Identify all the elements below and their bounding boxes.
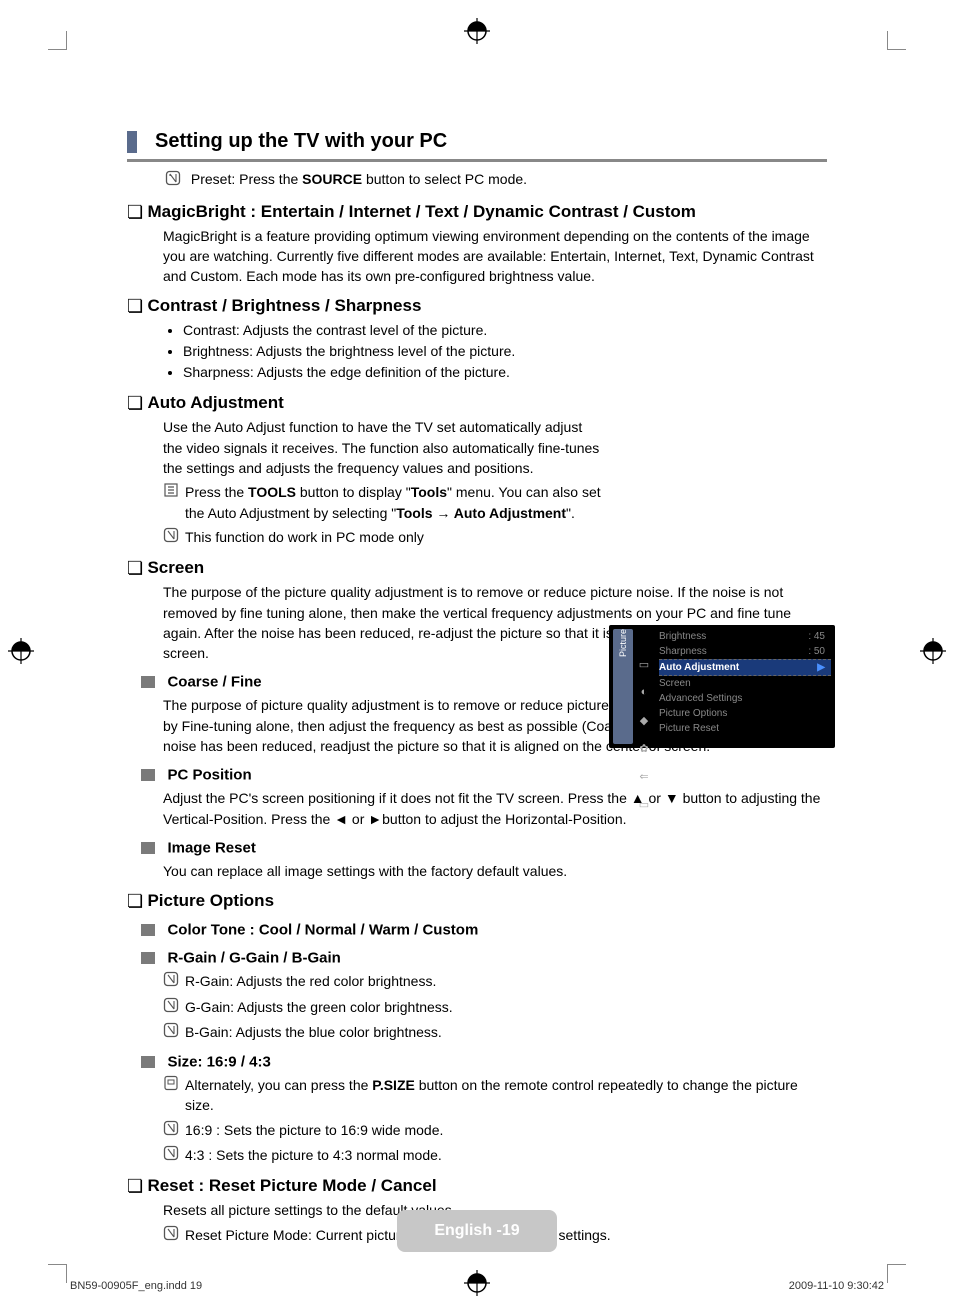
color-tone-heading: Color Tone : Cool / Normal / Warm / Cust… — [167, 922, 478, 939]
pc-position-body: Adjust the PC's screen positioning if it… — [163, 788, 827, 829]
input-icon: ⇐ — [637, 769, 651, 783]
registration-mark — [10, 640, 32, 662]
gains-heading: R-Gain / G-Gain / B-Gain — [167, 950, 340, 967]
osd-item-sharpness: Sharpness: 50 — [659, 644, 831, 659]
osd-item-advanced-settings: Advanced Settings — [659, 691, 831, 706]
osd-item-picture-reset: Picture Reset — [659, 721, 831, 736]
picture-icon: ▭ — [637, 657, 651, 671]
sound-icon: ◐ — [637, 685, 651, 699]
auto-adjustment-body: Use the Auto Adjust function to have the… — [163, 417, 603, 478]
list-item: Brightness: Adjusts the brightness level… — [183, 341, 827, 362]
tools-note: Press the TOOLS button to display "Tools… — [185, 482, 603, 523]
page-number-badge: English - 19 — [397, 1210, 557, 1252]
size-43-note: 4:3 : Sets the picture to 4:3 normal mod… — [185, 1145, 827, 1165]
gain-note: B-Gain: Adjusts the blue color brightnes… — [185, 1022, 827, 1042]
auto-adjustment-heading: Auto Adjustment — [147, 393, 283, 412]
list-item: Sharpness: Adjusts the edge definition o… — [183, 362, 827, 383]
image-reset-body: You can replace all image settings with … — [163, 861, 827, 881]
square-bullet-icon — [141, 1056, 155, 1068]
preset-note: Preset: Press the SOURCE button to selec… — [165, 170, 827, 192]
registration-mark — [466, 20, 488, 42]
size-alt-note: Alternately, you can press the P.SIZE bu… — [185, 1075, 827, 1116]
square-bullet-icon — [141, 924, 155, 936]
image-reset-heading: Image Reset — [167, 839, 255, 856]
registration-mark — [466, 1272, 488, 1294]
note-icon — [163, 1022, 185, 1043]
application-icon: ▭ — [637, 797, 651, 811]
preset-text: Preset: Press the SOURCE button to selec… — [191, 171, 527, 187]
cbs-list: Contrast: Adjusts the contrast level of … — [165, 320, 827, 383]
osd-item-brightness: Brightness: 45 — [659, 629, 831, 644]
osd-menu: Picture ▭ ◐ ◆ ✿ ⇐ ▭ Brightness: 45 Sharp… — [609, 625, 835, 748]
heading-rule — [127, 159, 827, 162]
checkbox-bullet-icon: ❏ — [127, 558, 143, 578]
section-heading: Setting up the TV with your PC — [155, 130, 447, 153]
tools-icon — [163, 482, 185, 503]
reset-heading: Reset : Reset Picture Mode / Cancel — [147, 1176, 436, 1195]
list-item: Contrast: Adjusts the contrast level of … — [183, 320, 827, 341]
square-bullet-icon — [141, 842, 155, 854]
pc-mode-note: This function do work in PC mode only — [185, 527, 603, 547]
crop-mark — [48, 31, 67, 50]
registration-mark — [922, 640, 944, 662]
note-icon — [163, 527, 185, 548]
footer-doc-name: BN59-00905F_eng.indd 19 — [70, 1280, 202, 1292]
gain-note: G-Gain: Adjusts the green color brightne… — [185, 997, 827, 1017]
checkbox-bullet-icon: ❏ — [127, 393, 143, 413]
screen-heading: Screen — [147, 558, 204, 577]
setup-icon: ✿ — [637, 741, 651, 755]
note-icon — [165, 170, 181, 192]
gain-note: R-Gain: Adjusts the red color brightness… — [185, 971, 827, 991]
note-icon — [163, 1120, 185, 1141]
checkbox-bullet-icon: ❏ — [127, 1176, 143, 1196]
remote-button-icon — [163, 1075, 185, 1096]
note-icon — [163, 1225, 185, 1246]
square-bullet-icon — [141, 676, 155, 688]
osd-item-picture-options: Picture Options — [659, 706, 831, 721]
checkbox-bullet-icon: ❏ — [127, 296, 143, 316]
crop-mark — [48, 1264, 67, 1283]
magicbright-heading: MagicBright : Entertain / Internet / Tex… — [147, 202, 695, 221]
note-icon — [163, 997, 185, 1018]
note-icon — [163, 1145, 185, 1166]
heading-bullet — [127, 131, 137, 153]
osd-item-screen: Screen — [659, 676, 831, 691]
pc-position-heading: PC Position — [167, 767, 251, 784]
picture-options-heading: Picture Options — [147, 891, 274, 910]
footer-timestamp: 2009-11-10 9:30:42 — [789, 1280, 884, 1292]
magicbright-body: MagicBright is a feature providing optim… — [163, 226, 827, 287]
crop-mark — [887, 31, 906, 50]
osd-category-tab: Picture — [613, 629, 633, 744]
osd-item-auto-adjustment: Auto Adjustment▶ — [659, 659, 831, 676]
coarse-fine-heading: Coarse / Fine — [167, 674, 261, 691]
square-bullet-icon — [141, 952, 155, 964]
osd-category-icons: ▭ ◐ ◆ ✿ ⇐ ▭ — [637, 657, 651, 811]
note-icon — [163, 971, 185, 992]
checkbox-bullet-icon: ❏ — [127, 202, 143, 222]
size-169-note: 16:9 : Sets the picture to 16:9 wide mod… — [185, 1120, 827, 1140]
checkbox-bullet-icon: ❏ — [127, 891, 143, 911]
size-heading: Size: 16:9 / 4:3 — [167, 1053, 270, 1070]
square-bullet-icon — [141, 769, 155, 781]
crop-mark — [887, 1264, 906, 1283]
channel-icon: ◆ — [637, 713, 651, 727]
cbs-heading: Contrast / Brightness / Sharpness — [147, 296, 421, 315]
